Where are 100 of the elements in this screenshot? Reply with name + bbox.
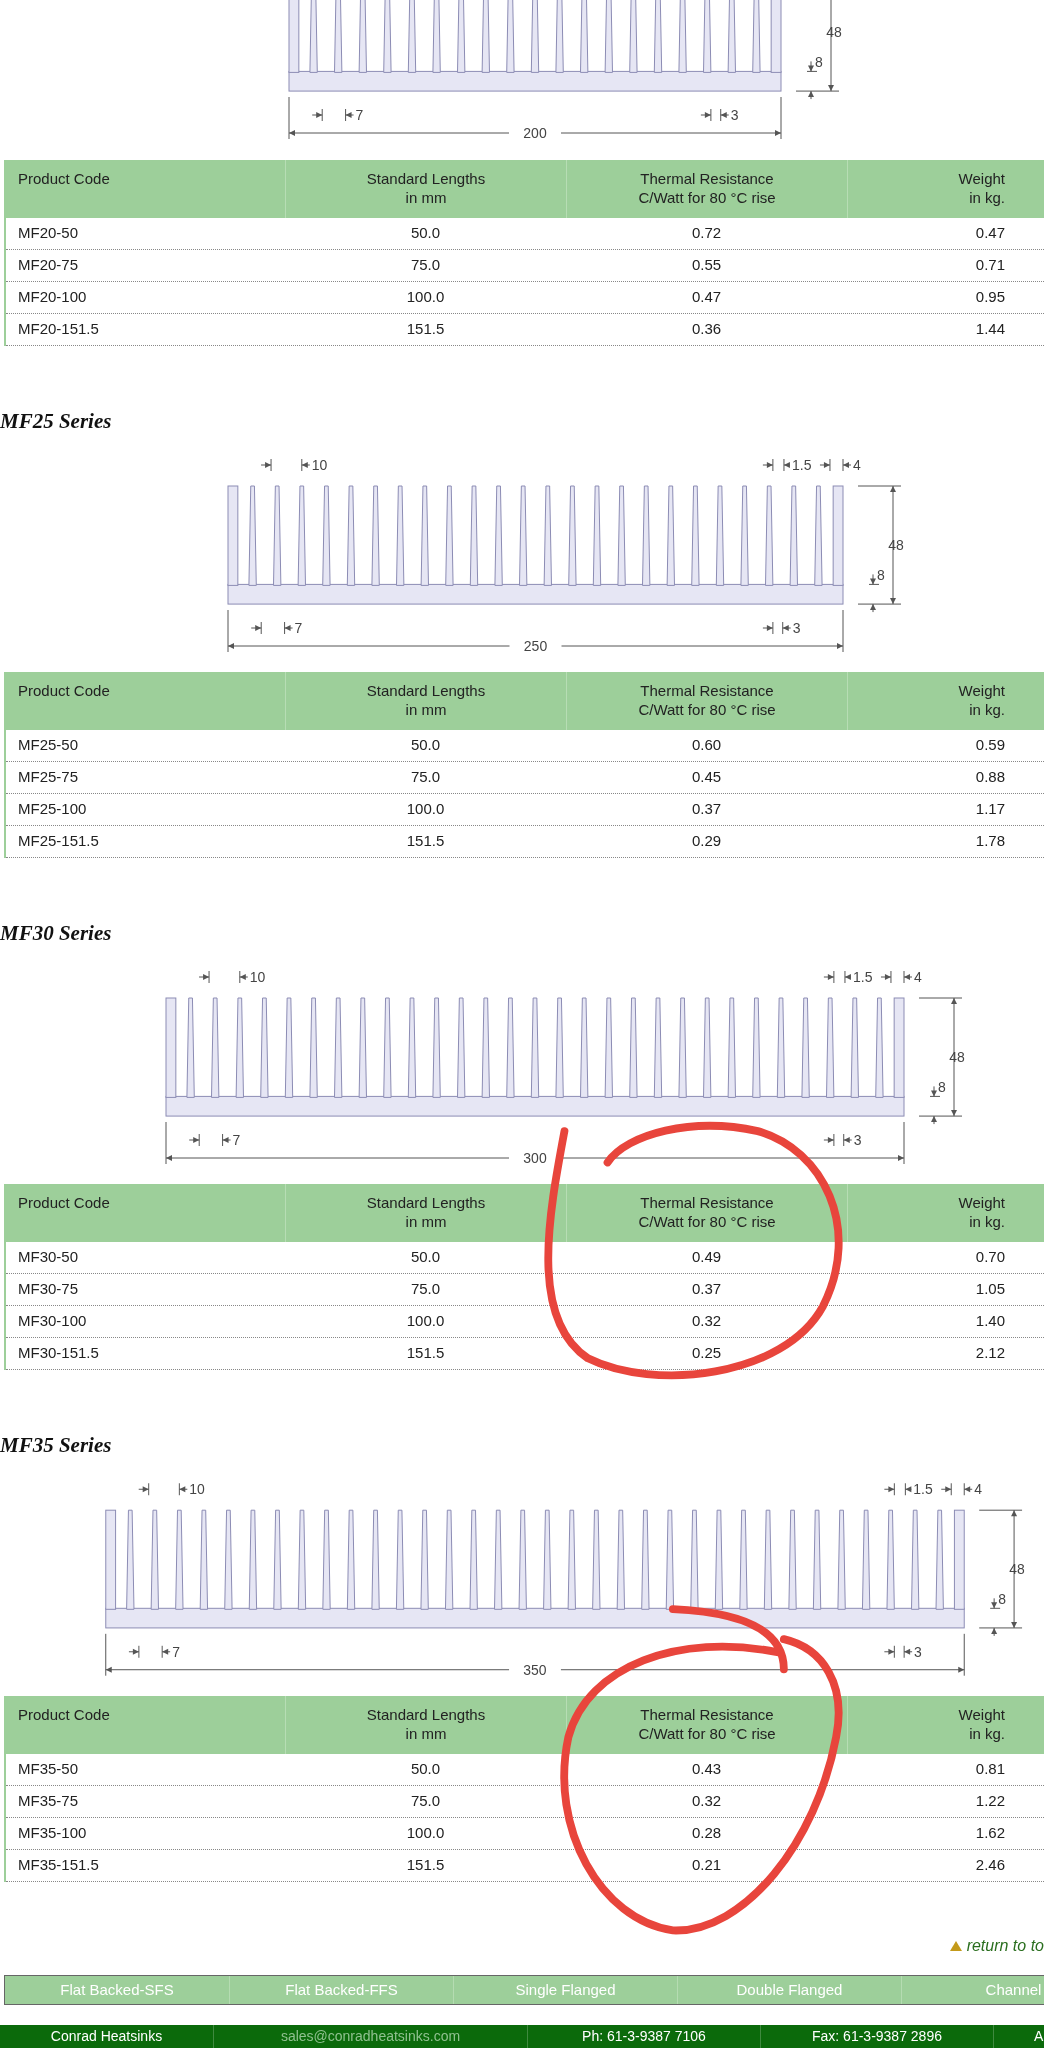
column-header: Standard Lengths in mm bbox=[285, 1184, 566, 1242]
table-cell-text: 0.37 bbox=[690, 799, 723, 820]
table-cell-text: 0.81 bbox=[974, 1759, 1006, 1780]
nav-link[interactable]: Flat Backed-FFS bbox=[229, 1976, 453, 2004]
dimension-label: 3 bbox=[853, 1132, 862, 1148]
table-cell-text: 0.88 bbox=[974, 767, 1006, 788]
dimension-label: 300 bbox=[523, 1150, 547, 1166]
nav-link[interactable]: Single Flanged bbox=[453, 1976, 677, 2004]
footer-text: Ph: 61-3-9387 7106 bbox=[582, 2027, 706, 2046]
column-header: Weight in kg. bbox=[847, 672, 1044, 730]
dimension-label: 48 bbox=[949, 1049, 965, 1065]
dimension-label: 4 bbox=[974, 1481, 982, 1498]
dimension-label: 8 bbox=[876, 567, 885, 584]
column-header: Thermal Resistance C/Watt for 80 °C rise bbox=[566, 1696, 847, 1754]
column-header: Standard Lengths in mm bbox=[285, 160, 566, 218]
table-cell-text: 1.44 bbox=[974, 319, 1006, 340]
table-cell-text: MF30-75 bbox=[17, 1279, 80, 1300]
dimension-label: 250 bbox=[523, 638, 547, 654]
table-cell-text: MF25-151.5 bbox=[17, 831, 100, 852]
column-header: Thermal Resistance C/Watt for 80 °C rise bbox=[566, 1184, 847, 1242]
table-cell-text: 0.47 bbox=[690, 287, 723, 308]
nav-link[interactable]: Flat Backed-SFS bbox=[5, 1976, 229, 2004]
column-header: Thermal Resistance C/Watt for 80 °C rise bbox=[566, 160, 847, 218]
table-cell-text: MF20-100 bbox=[17, 287, 88, 308]
dimension-line bbox=[883, 1482, 912, 1496]
dimension-line bbox=[138, 1482, 188, 1496]
table-cell-text: 151.5 bbox=[405, 831, 446, 852]
dimension-line bbox=[940, 1482, 973, 1496]
table-cell-text: 50.0 bbox=[409, 1247, 442, 1268]
dimension-label: 48 bbox=[826, 24, 842, 40]
table-cell-text: 0.25 bbox=[690, 1343, 723, 1364]
column-header: Weight in kg. bbox=[847, 1184, 1044, 1242]
table-cell-text: 0.60 bbox=[690, 735, 723, 756]
table-cell-text: 75.0 bbox=[409, 767, 442, 788]
table-cell-text: MF25-50 bbox=[17, 735, 80, 756]
dimension-label: 48 bbox=[1009, 1561, 1025, 1577]
dimension-line bbox=[260, 458, 310, 472]
table-cell-text: 100.0 bbox=[405, 1823, 446, 1844]
dimension-line bbox=[823, 970, 852, 984]
table-cell-text: MF35-50 bbox=[17, 1759, 80, 1780]
dimension-label: 3 bbox=[792, 620, 801, 636]
table-cell-text: 100.0 bbox=[405, 1311, 446, 1332]
table-cell-text: 0.59 bbox=[974, 735, 1006, 756]
dimension-label: 8 bbox=[815, 54, 823, 71]
table-cell-text: 0.47 bbox=[974, 223, 1006, 244]
dimension-label: 350 bbox=[523, 1661, 547, 1678]
series-heading: MF35 Series bbox=[0, 1432, 113, 1459]
table-cell-text: MF25-100 bbox=[17, 799, 88, 820]
table-cell-text: MF35-75 bbox=[17, 1791, 80, 1812]
nav-link[interactable]: Channel bbox=[901, 1976, 1044, 2004]
email-link[interactable]: sales@conradheatsinks.com bbox=[280, 2026, 461, 2047]
table-cell-text: 0.45 bbox=[690, 767, 723, 788]
table-cell-text: 0.29 bbox=[690, 831, 723, 852]
series-heading: MF30 Series bbox=[0, 920, 113, 947]
dimension-line bbox=[761, 458, 790, 472]
return-to-top-link[interactable]: return to to bbox=[966, 1934, 1044, 1958]
table-cell-text: 0.32 bbox=[690, 1311, 723, 1332]
column-header: Standard Lengths in mm bbox=[285, 1696, 566, 1754]
table-cell-text: MF30-100 bbox=[17, 1311, 88, 1332]
table-cell-text: 0.70 bbox=[974, 1247, 1006, 1268]
table-cell-text: 1.17 bbox=[974, 799, 1006, 820]
dimension-label: 1.5 bbox=[852, 969, 873, 985]
dimension-label: 3 bbox=[914, 1643, 922, 1660]
table-cell-text: 1.22 bbox=[974, 1791, 1006, 1812]
table-cell-text: 1.78 bbox=[974, 831, 1006, 852]
table-cell-text: MF20-151.5 bbox=[17, 319, 100, 340]
table-cell-text: 0.71 bbox=[974, 255, 1006, 276]
footer-text: Conrad Heatsinks bbox=[50, 2027, 163, 2046]
table-cell-text: 2.46 bbox=[974, 1855, 1006, 1876]
table-cell-text: 1.40 bbox=[974, 1311, 1006, 1332]
column-header: Product Code bbox=[17, 681, 111, 701]
dimension-label: 10 bbox=[249, 969, 266, 985]
table-cell-text: 1.62 bbox=[974, 1823, 1006, 1844]
table-cell-text: 151.5 bbox=[405, 1855, 446, 1876]
table-cell-text: MF30-151.5 bbox=[17, 1343, 100, 1364]
column-header: Product Code bbox=[17, 169, 111, 189]
table-cell-text: 0.95 bbox=[974, 287, 1006, 308]
dimension-line bbox=[818, 458, 851, 472]
table-cell-text: 0.36 bbox=[690, 319, 723, 340]
footer-text: Fax: 61-3-9387 2896 bbox=[812, 2027, 942, 2046]
dimension-label: 200 bbox=[523, 125, 547, 141]
table-cell-text: MF35-151.5 bbox=[17, 1855, 100, 1876]
table-cell-text: 0.37 bbox=[690, 1279, 723, 1300]
table-cell-text: MF30-50 bbox=[17, 1247, 80, 1268]
dimension-label: 4 bbox=[852, 457, 861, 473]
table-cell-text: 151.5 bbox=[405, 319, 446, 340]
table-cell-text: 0.43 bbox=[690, 1759, 723, 1780]
dimension-label: 8 bbox=[998, 1591, 1006, 1608]
table-cell-text: 50.0 bbox=[409, 223, 442, 244]
table-cell-text: 0.55 bbox=[690, 255, 723, 276]
nav-link[interactable]: Double Flanged bbox=[677, 1976, 901, 2004]
table-cell-text: 0.49 bbox=[690, 1247, 723, 1268]
dimension-line bbox=[198, 970, 249, 984]
table-cell-text: 2.12 bbox=[974, 1343, 1006, 1364]
table-cell-text: 0.28 bbox=[690, 1823, 723, 1844]
dimension-label: 1.5 bbox=[791, 457, 811, 473]
column-header: Weight in kg. bbox=[847, 1696, 1044, 1754]
table-cell-text: 75.0 bbox=[409, 1791, 442, 1812]
column-header: Standard Lengths in mm bbox=[285, 672, 566, 730]
footer-text: A bbox=[1034, 2027, 1044, 2046]
